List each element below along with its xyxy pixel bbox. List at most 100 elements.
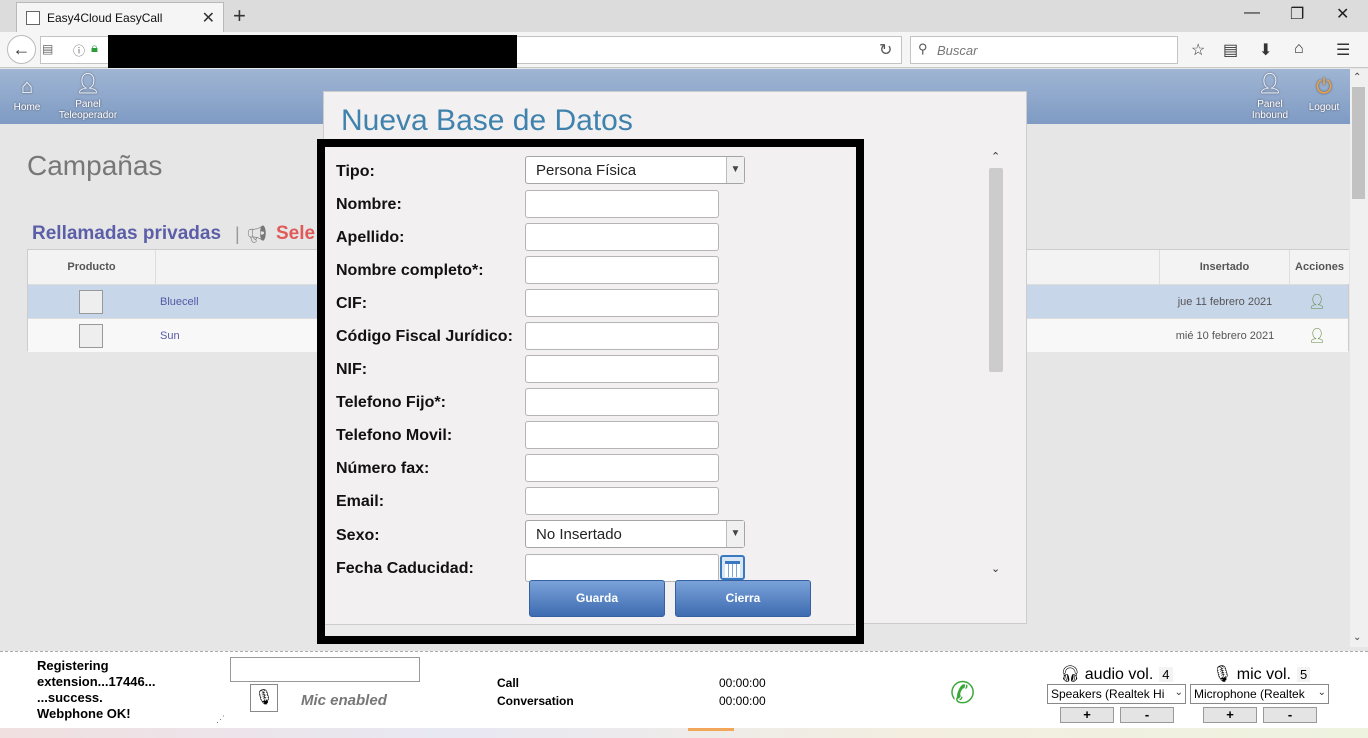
dial-input[interactable] bbox=[230, 657, 420, 682]
dialog-title: Nueva Base de Datos bbox=[341, 104, 633, 137]
numero-fax-field[interactable] bbox=[525, 454, 719, 482]
registration-log: Registering extension...17446... ...succ… bbox=[37, 658, 156, 722]
logout-label: Logout bbox=[1308, 102, 1340, 113]
restore-icon[interactable]: ❐ bbox=[1290, 4, 1304, 24]
email-field[interactable] bbox=[525, 487, 719, 515]
page-title: Campañas bbox=[27, 150, 163, 181]
microphone-icon: 🎙︎ bbox=[1212, 666, 1233, 683]
column-header-acciones: Acciones bbox=[1290, 250, 1349, 284]
home-button[interactable]: ⌂ Home bbox=[8, 75, 46, 113]
telefono-fijo-field[interactable] bbox=[525, 388, 719, 416]
home-icon: ⌂ bbox=[20, 76, 34, 98]
minimize-icon[interactable]: — bbox=[1244, 4, 1260, 22]
fecha-caducidad-field[interactable] bbox=[525, 554, 719, 582]
close-button[interactable]: Cierra bbox=[675, 580, 811, 617]
audio-vol-label: audio vol. bbox=[1084, 666, 1154, 683]
audio-vol-value: 4 bbox=[1159, 667, 1173, 682]
product-name[interactable]: Bluecell bbox=[160, 296, 199, 308]
panel-inbound-button[interactable]: 👤︎ Panel Inbound bbox=[1244, 72, 1296, 121]
form-scrollbar-thumb[interactable] bbox=[989, 168, 1003, 372]
logout-button[interactable]: ⏻ Logout bbox=[1304, 75, 1344, 113]
search-input[interactable]: ⚲ Buscar bbox=[910, 36, 1178, 64]
label-nombre: Nombre: bbox=[336, 196, 402, 213]
mic-vol-label: mic vol. bbox=[1236, 666, 1291, 683]
nombre-field[interactable] bbox=[525, 190, 719, 218]
panel-teleoperador-label-1: Panel bbox=[75, 99, 101, 110]
scroll-down-icon[interactable]: ⌄ bbox=[1353, 632, 1361, 643]
phone-call-icon[interactable]: ✆ bbox=[950, 676, 975, 711]
chevron-up-icon[interactable]: ⌃ bbox=[991, 150, 1000, 163]
power-icon: ⏻ bbox=[1316, 76, 1332, 98]
conversation-label: Conversation bbox=[497, 694, 574, 708]
sexo-select[interactable]: No Insertado ▼ bbox=[525, 520, 745, 548]
product-name[interactable]: Sun bbox=[160, 330, 180, 342]
search-icon: ⚲ bbox=[918, 41, 928, 56]
insert-date: jue 11 febrero 2021 bbox=[1177, 296, 1273, 308]
column-header-insertado[interactable]: Insertado bbox=[1160, 250, 1290, 284]
cif-field[interactable] bbox=[525, 289, 719, 317]
label-nombre-completo: Nombre completo*: bbox=[336, 262, 484, 279]
window-close-icon[interactable]: ✕ bbox=[1336, 4, 1349, 24]
new-tab-icon[interactable]: + bbox=[233, 3, 246, 29]
log-line: extension...17446... bbox=[37, 674, 156, 689]
browser-tab-bar: Easy4Cloud EasyCall ✕ + — ❐ ✕ bbox=[0, 0, 1368, 32]
microphone-value: Microphone (Realtek bbox=[1194, 687, 1305, 701]
add-user-icon[interactable]: 👤︎ bbox=[1308, 327, 1326, 344]
back-icon[interactable]: ← bbox=[7, 35, 36, 64]
label-tipo: Tipo: bbox=[336, 163, 375, 180]
label-codigo-fiscal: Código Fiscal Jurídico: bbox=[336, 328, 513, 345]
calendar-icon[interactable] bbox=[720, 555, 745, 580]
info-icon[interactable]: ⓘ bbox=[73, 42, 85, 59]
call-label: Call bbox=[497, 676, 520, 690]
bottom-strip bbox=[0, 728, 1368, 738]
save-button[interactable]: Guarda bbox=[529, 580, 665, 617]
panel-teleoperador-button[interactable]: 👤︎ Panel Teleoperador bbox=[52, 72, 124, 121]
mic-vol-up-button[interactable]: + bbox=[1203, 707, 1257, 723]
browser-tab[interactable]: Easy4Cloud EasyCall ✕ bbox=[16, 2, 224, 32]
label-telefono-fijo: Telefono Fijo*: bbox=[336, 394, 446, 411]
telefono-movil-field[interactable] bbox=[525, 421, 719, 449]
home-label: Home bbox=[13, 102, 41, 113]
speakers-select[interactable]: Speakers (Realtek Hi ⌄ bbox=[1047, 684, 1186, 704]
audio-vol-up-button[interactable]: + bbox=[1060, 707, 1114, 723]
subtitle-select[interactable]: Sele bbox=[276, 223, 315, 245]
call-time: 00:00:00 bbox=[719, 676, 766, 690]
product-image-icon bbox=[79, 324, 103, 348]
reading-list-icon[interactable]: ▤ bbox=[1223, 40, 1238, 60]
lock-icon: 🔒︎ bbox=[91, 40, 98, 55]
insert-date: mié 10 febrero 2021 bbox=[1175, 330, 1275, 342]
nif-field[interactable] bbox=[525, 355, 719, 383]
download-icon[interactable]: ⬇ bbox=[1259, 40, 1272, 60]
reload-icon[interactable]: ↻ bbox=[879, 40, 892, 60]
bookmark-star-icon[interactable]: ☆ bbox=[1191, 40, 1205, 60]
dialog-footer bbox=[325, 624, 855, 636]
home-browser-icon[interactable]: ⌂ bbox=[1294, 40, 1304, 58]
label-sexo: Sexo: bbox=[336, 527, 380, 544]
sexo-value: No Insertado bbox=[536, 526, 622, 543]
microphone-select[interactable]: Microphone (Realtek ⌄ bbox=[1190, 684, 1329, 704]
resize-handle-icon[interactable]: ⋰ bbox=[216, 714, 225, 725]
audio-vol-down-button[interactable]: - bbox=[1120, 707, 1174, 723]
chevron-down-icon: ▼ bbox=[726, 521, 744, 547]
tipo-select[interactable]: Persona Física ▼ bbox=[525, 156, 745, 184]
subtitle-rellamadas[interactable]: Rellamadas privadas bbox=[32, 223, 221, 245]
subtitle-separator: | bbox=[235, 224, 240, 244]
label-nif: NIF: bbox=[336, 361, 368, 378]
menu-icon[interactable]: ☰ bbox=[1336, 40, 1350, 60]
form-scrollbar[interactable]: ⌃ ⌄ bbox=[987, 150, 1005, 580]
page-scrollbar-thumb[interactable] bbox=[1352, 87, 1365, 199]
label-cif: CIF: bbox=[336, 295, 368, 312]
add-user-icon[interactable]: 👤︎ bbox=[1308, 293, 1326, 310]
chevron-down-icon[interactable]: ⌄ bbox=[991, 562, 1000, 575]
codigo-fiscal-field[interactable] bbox=[525, 322, 719, 350]
mic-vol-down-button[interactable]: - bbox=[1263, 707, 1317, 723]
tipo-value: Persona Física bbox=[536, 162, 637, 179]
apellido-field[interactable] bbox=[525, 223, 719, 251]
nombre-completo-field[interactable] bbox=[525, 256, 719, 284]
column-header-producto[interactable]: Producto bbox=[28, 250, 156, 284]
log-line: Webphone OK! bbox=[37, 706, 131, 721]
search-placeholder: Buscar bbox=[937, 43, 978, 58]
microphone-icon[interactable]: 🎙︎ bbox=[250, 684, 278, 712]
scroll-up-icon[interactable]: ⌃ bbox=[1353, 72, 1361, 83]
close-tab-icon[interactable]: ✕ bbox=[202, 8, 215, 28]
